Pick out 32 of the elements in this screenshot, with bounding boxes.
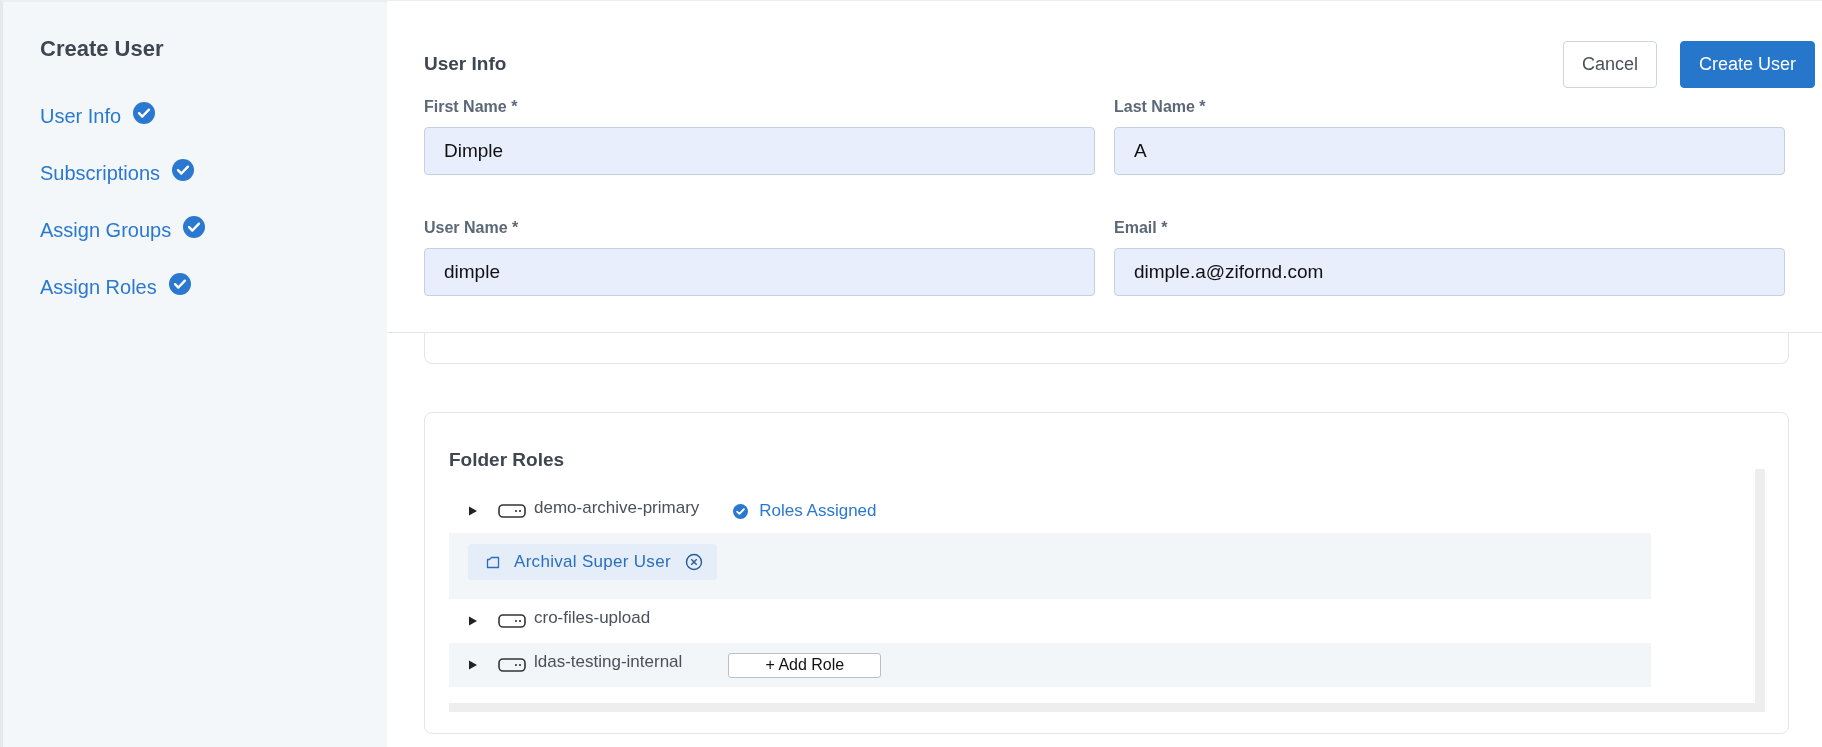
card-title: Folder Roles — [449, 449, 566, 471]
field-label: Email * — [1114, 219, 1169, 237]
field-label: User Name * — [424, 219, 520, 237]
expand-arrow-icon[interactable] — [468, 660, 478, 670]
input-field[interactable]: A — [1114, 127, 1785, 175]
step-link[interactable]: Subscriptions — [40, 162, 161, 185]
status-text: Roles Assigned — [759, 501, 877, 521]
check-circle-icon — [733, 503, 749, 519]
drive-icon — [498, 658, 526, 672]
step-link[interactable]: Assign Groups — [40, 219, 172, 242]
add-role-button[interactable]: + Add Role — [728, 652, 882, 678]
input-field[interactable]: dimple.a@zifornd.com — [1114, 248, 1785, 296]
field-label: First Name * — [424, 98, 519, 116]
field-label: Last Name * — [1114, 98, 1207, 116]
folder-icon — [486, 555, 500, 569]
remove-icon[interactable] — [684, 553, 703, 571]
drive-icon — [498, 504, 526, 518]
sidebar-title: Create User — [40, 36, 165, 62]
input-field[interactable]: dimple — [424, 248, 1095, 296]
folder-name[interactable]: cro-files-upload — [534, 608, 651, 628]
create-user-button[interactable]: Create User — [1679, 41, 1815, 88]
folder-name[interactable]: demo-archive-primary — [534, 498, 700, 518]
step-link[interactable]: Assign Roles — [40, 276, 157, 299]
cancel-button[interactable]: Cancel — [1562, 41, 1657, 88]
drive-icon — [498, 614, 526, 628]
step-link[interactable]: User Info — [40, 105, 122, 128]
role-chip[interactable]: Archival Super User — [468, 544, 717, 580]
section-title: User Info — [424, 53, 507, 75]
expand-arrow-icon[interactable] — [468, 506, 478, 516]
input-field[interactable]: Dimple — [424, 127, 1095, 175]
folder-name[interactable]: ldas-testing-internal — [534, 652, 683, 672]
expand-arrow-icon[interactable] — [468, 616, 478, 626]
